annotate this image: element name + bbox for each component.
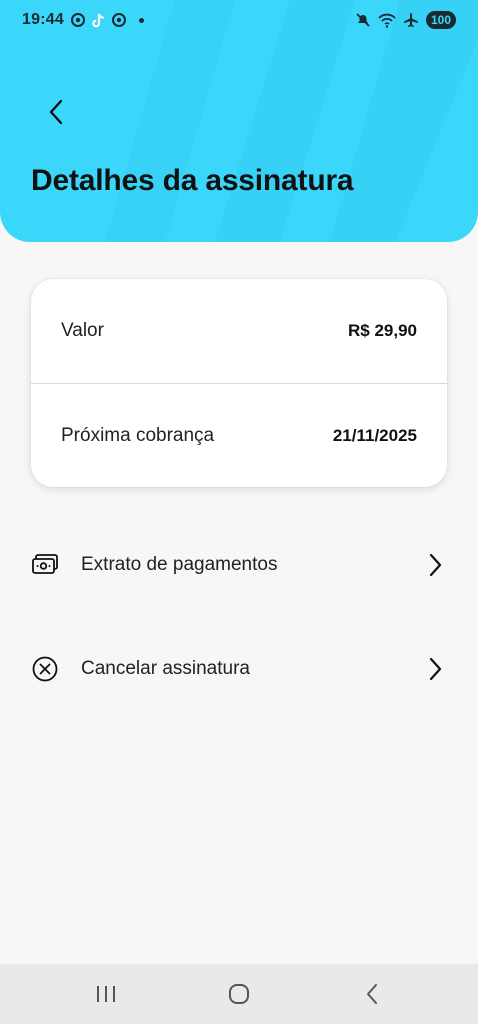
tiktok-icon [92,13,105,28]
chevron-right-icon [425,657,445,681]
status-bar: 19:44 100 [0,0,478,40]
home-button[interactable] [209,972,269,1016]
recent-apps-button[interactable] [76,972,136,1016]
home-icon [228,984,249,1004]
payment-statement-item[interactable]: Extrato de pagamentos [0,530,478,600]
status-time: 19:44 [22,11,64,28]
wifi-icon [378,13,396,28]
cancel-subscription-item[interactable]: Cancelar assinatura [0,634,478,704]
battery-icon: 100 [425,11,456,29]
chrome-icon [70,13,85,27]
summary-row-next-charge: Próxima cobrança 21/11/2025 [31,384,447,488]
notification-dot [138,17,144,23]
header: 19:44 100 Detalhes da assinatura [0,0,478,242]
subscription-summary-card: Valor R$ 29,90 Próxima cobrança 21/11/20… [31,279,447,487]
cancel-circle-icon [31,655,59,683]
system-navigation-bar [0,964,478,1024]
summary-value: 21/11/2025 [332,426,417,445]
cancel-subscription-label: Cancelar assinatura [81,658,250,679]
chevron-left-icon [49,99,63,125]
chevron-right-icon [425,553,445,577]
back-icon [366,984,377,1004]
back-button[interactable] [36,92,76,132]
recent-apps-icon [97,986,116,1002]
system-back-button[interactable] [342,972,402,1016]
airplane-mode-icon [403,12,419,28]
payment-statement-label: Extrato de pagamentos [81,554,278,575]
summary-row-value: Valor R$ 29,90 [31,279,447,383]
summary-label: Valor [61,320,104,341]
payment-statement-icon [31,551,59,579]
summary-label: Próxima cobrança [61,425,215,446]
summary-value: R$ 29,90 [348,321,417,340]
mute-icon [355,12,371,28]
chrome-icon [111,13,126,27]
page-title: Detalhes da assinatura [31,164,354,197]
